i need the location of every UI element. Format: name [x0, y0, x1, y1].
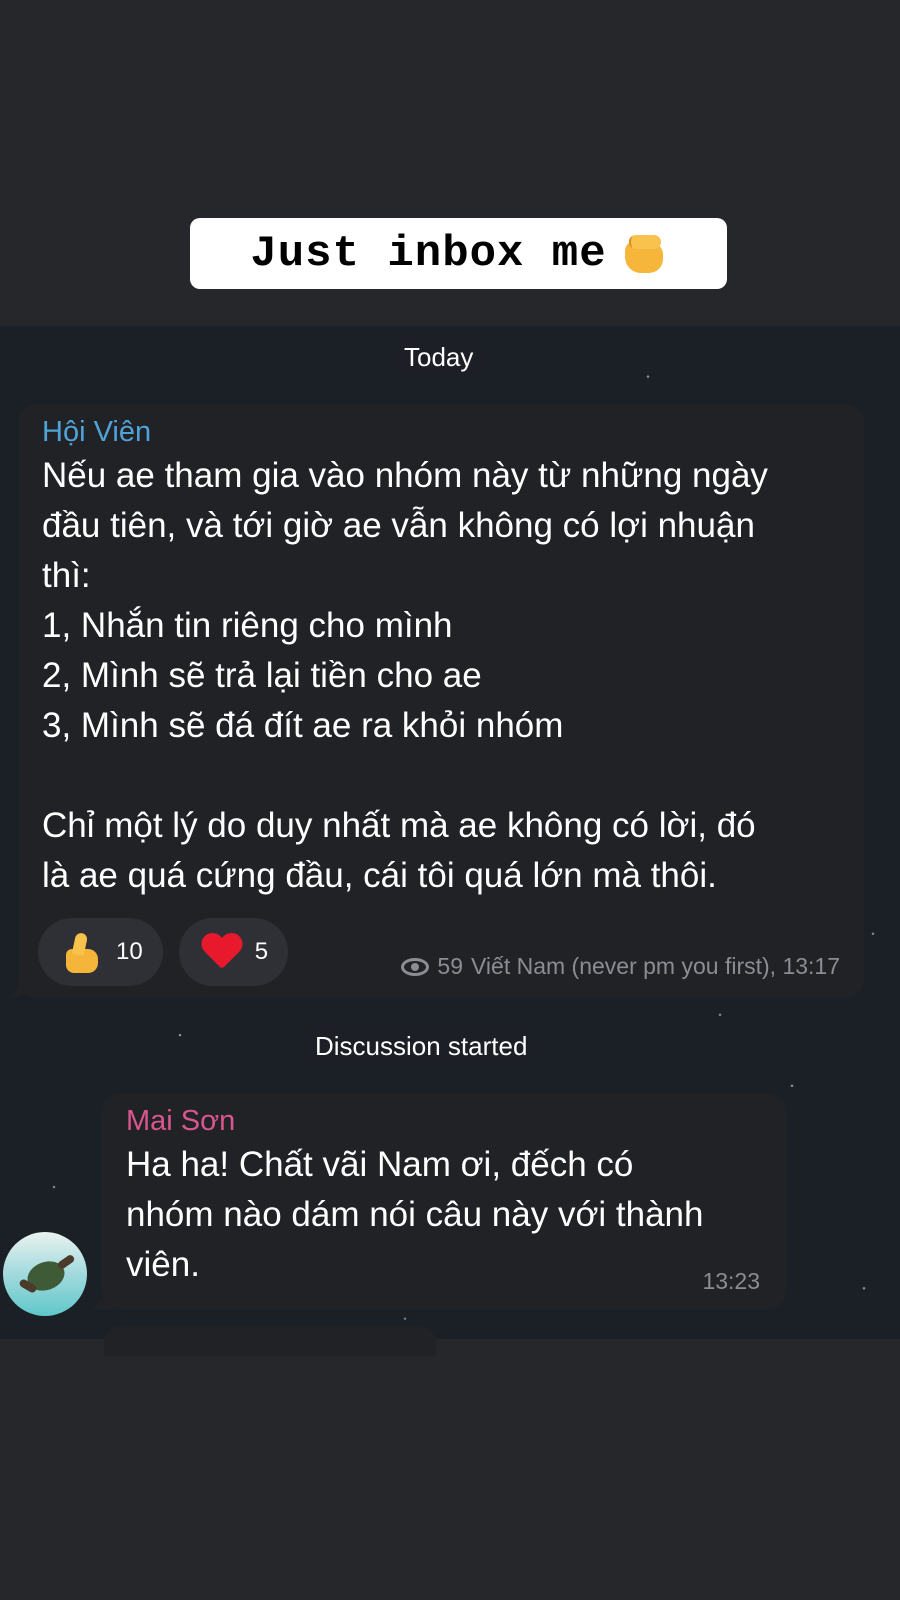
oncoming-fist-icon — [621, 231, 667, 277]
post-sender-name[interactable]: Hội Viên — [42, 416, 840, 449]
thumbs-up-icon — [60, 931, 102, 973]
date-divider: Today — [388, 336, 490, 379]
story-caption: Just inbox me — [190, 218, 727, 289]
reaction-count: 10 — [116, 938, 143, 965]
reply-sender-name[interactable]: Mai Sơn — [126, 1105, 762, 1138]
eye-icon — [401, 957, 430, 976]
reaction-count: 5 — [254, 938, 269, 965]
chat-screenshot: Today Hội Viên Nếu ae tham gia vào nhóm … — [0, 326, 900, 1356]
post-signature: Viết Nam (never pm you first), 13:17 — [471, 953, 840, 979]
reaction-thumbs-up[interactable]: 10 — [38, 918, 163, 986]
view-count: 59 — [437, 953, 463, 979]
post-text: Nếu ae tham gia vào nhóm này từ những ng… — [42, 456, 768, 895]
avatar[interactable] — [3, 1232, 87, 1316]
heart-icon — [201, 934, 241, 970]
reaction-heart[interactable]: 5 — [178, 918, 289, 986]
message-time: 13:23 — [702, 1268, 760, 1294]
reply-text: Ha ha! Chất vãi Nam ơi, đếch có nhóm nào… — [126, 1145, 704, 1284]
post-meta: 59 Viết Nam (never pm you first), 13:17 — [401, 953, 840, 980]
reply-message-bubble[interactable]: Mai Sơn Ha ha! Chất vãi Nam ơi, đếch có … — [102, 1093, 786, 1309]
next-message-bubble-partial[interactable] — [104, 1326, 436, 1356]
reactions-bar: 10 5 — [38, 918, 289, 986]
channel-post-bubble[interactable]: Hội Viên Nếu ae tham gia vào nhóm này từ… — [18, 404, 864, 998]
caption-text: Just inbox me — [250, 228, 607, 279]
service-message: Discussion started — [299, 1025, 544, 1068]
